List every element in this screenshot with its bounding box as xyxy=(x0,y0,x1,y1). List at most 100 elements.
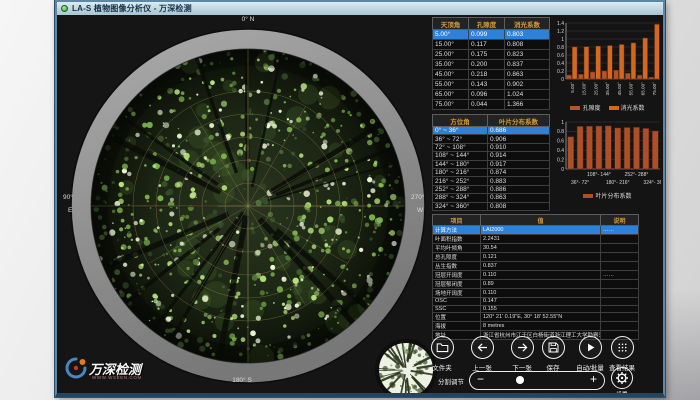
table-cell: 冠层开阔度 xyxy=(433,271,481,280)
table-row[interactable]: 252° ~ 288°0.886 xyxy=(433,185,550,193)
legend-swatch xyxy=(609,106,619,110)
table-cell: 0.906 xyxy=(488,135,550,143)
leaf-distribution-legend: 叶片分布系数 xyxy=(551,191,661,200)
table-cell: …… xyxy=(601,271,639,280)
table-row[interactable]: 0° ~ 36°0.686 xyxy=(433,127,550,135)
table-row[interactable]: OSC0.147 xyxy=(433,298,639,306)
table-row[interactable]: 计算方法LAI2000…… xyxy=(433,226,639,235)
table-row[interactable]: 冠层郁闭度0.89 xyxy=(433,280,639,289)
svg-text:0.4: 0.4 xyxy=(557,148,564,154)
svg-text:1: 1 xyxy=(561,120,564,126)
table-cell: 0.110 xyxy=(481,271,601,280)
wanshen-logo-icon xyxy=(64,356,88,380)
table-row[interactable]: 位置120° 21' 0.19"E, 30° 18' 52.55"N xyxy=(433,313,639,322)
column-header: 消光系数 xyxy=(505,18,550,30)
table-cell: 0.099 xyxy=(469,30,505,40)
table-row[interactable]: 216° ~ 252°0.883 xyxy=(433,177,550,185)
segmentation-slider-label: 分割调节 xyxy=(438,376,464,386)
table-row[interactable]: 55.00°0.1430.902 xyxy=(433,80,550,90)
logo-tagline: WWW.WSEEN.COM xyxy=(92,375,142,380)
table-row[interactable]: 324° ~ 360°0.808 xyxy=(433,202,550,210)
segmentation-slider[interactable]: − + xyxy=(469,371,605,390)
table-cell: 0.218 xyxy=(469,70,505,80)
legend-swatch xyxy=(583,194,593,198)
slider-handle[interactable] xyxy=(516,376,524,384)
table-row[interactable]: 65.00°0.0961.024 xyxy=(433,90,550,100)
table-cell: 36° ~ 72° xyxy=(433,135,488,143)
svg-text:35.00°: 35.00° xyxy=(605,82,610,95)
table-cell: 0.147 xyxy=(481,298,601,306)
table-cell: 0.863 xyxy=(488,194,550,202)
table-cell: 1.024 xyxy=(505,90,550,100)
table-cell: 0.175 xyxy=(469,50,505,60)
table-cell: 55.00° xyxy=(433,80,469,90)
table-cell: LAI2000 xyxy=(481,226,601,235)
arrow-left-icon xyxy=(476,341,489,354)
table-row[interactable]: 180° ~ 216°0.874 xyxy=(433,168,550,176)
table-cell: 0.89 xyxy=(481,280,601,289)
table-row[interactable]: 144° ~ 180°0.917 xyxy=(433,160,550,168)
compass-right-degrees: 270° xyxy=(411,194,424,201)
table-cell: 0.837 xyxy=(481,262,601,271)
table-cell: 216° ~ 252° xyxy=(433,177,488,185)
table-row[interactable]: 45.00°0.2180.863 xyxy=(433,70,550,80)
table-row[interactable]: SSC0.155 xyxy=(433,305,639,313)
table-row[interactable]: 108° ~ 144°0.914 xyxy=(433,152,550,160)
table-cell: 180° ~ 216° xyxy=(433,168,488,176)
table-row[interactable]: 15.00°0.1170.808 xyxy=(433,40,550,50)
table-cell: 45.00° xyxy=(433,70,469,80)
column-header: 说明 xyxy=(601,215,639,226)
slider-decrease-button[interactable]: − xyxy=(477,372,484,388)
legend-label: 孔隙度 xyxy=(582,103,600,112)
table-row[interactable]: 288° ~ 324°0.863 xyxy=(433,194,550,202)
table-row[interactable]: 叶面积指数2.2431 xyxy=(433,235,639,244)
table-row[interactable]: 丛生指数0.837 xyxy=(433,262,639,271)
table-cell xyxy=(601,262,639,271)
column-header: 项目 xyxy=(433,215,481,226)
gear-icon xyxy=(615,371,629,385)
svg-text:15.00°: 15.00° xyxy=(582,82,587,95)
column-header: 天顶角 xyxy=(433,18,469,30)
column-header: 值 xyxy=(481,215,601,226)
table-cell: 0.143 xyxy=(469,80,505,90)
play-icon xyxy=(584,341,597,354)
compass-south-label: 180° S xyxy=(217,377,267,384)
table-cell: 30.54 xyxy=(481,244,601,253)
svg-text:55.00°: 55.00° xyxy=(629,82,634,95)
svg-text:180°- 216°: 180°- 216° xyxy=(606,180,630,186)
svg-text:0.2: 0.2 xyxy=(557,69,564,75)
svg-text:1: 1 xyxy=(561,37,564,43)
table-row[interactable]: 75.00°0.0441.366 xyxy=(433,100,550,110)
table-row[interactable]: 冠层开阔度0.110…… xyxy=(433,271,639,280)
legend-label: 消光系数 xyxy=(621,103,645,112)
table-row[interactable]: 场地开阔度0.110 xyxy=(433,289,639,298)
table-cell: 65.00° xyxy=(433,90,469,100)
table-cell: 0.886 xyxy=(488,185,550,193)
table-row[interactable]: 平均叶倾角30.54 xyxy=(433,244,639,253)
table-row[interactable]: 5.00°0.0990.803 xyxy=(433,30,550,40)
table-cell xyxy=(601,253,639,262)
table-cell: 0.917 xyxy=(488,160,550,168)
table-cell xyxy=(601,305,639,313)
previous-image-button[interactable]: 上一张 xyxy=(460,336,504,372)
table-row[interactable]: 25.00°0.1750.823 xyxy=(433,50,550,60)
table-cell: 35.00° xyxy=(433,60,469,70)
table-row[interactable]: 总孔隙度0.121 xyxy=(433,253,639,262)
table-cell: 2.2431 xyxy=(481,235,601,244)
folder-button[interactable]: 文件夹 xyxy=(420,336,464,372)
slider-increase-button[interactable]: + xyxy=(590,372,597,388)
table-cell xyxy=(601,298,639,306)
table-cell: 324° ~ 360° xyxy=(433,202,488,210)
table-cell: 25.00° xyxy=(433,50,469,60)
table-row[interactable]: 海拔8 metres xyxy=(433,322,639,331)
table-row[interactable]: 72° ~ 108°0.910 xyxy=(433,143,550,151)
table-cell: 0.110 xyxy=(481,289,601,298)
table-row[interactable]: 36° ~ 72°0.906 xyxy=(433,135,550,143)
table-cell: 5.00° xyxy=(433,30,469,40)
svg-text:1.2: 1.2 xyxy=(557,29,564,35)
column-header: 方位角 xyxy=(433,115,488,127)
table-cell xyxy=(601,322,639,331)
table-row[interactable]: 35.00°0.2000.837 xyxy=(433,60,550,70)
settings-button[interactable] xyxy=(611,367,633,389)
svg-text:36°- 72°: 36°- 72° xyxy=(571,180,589,186)
